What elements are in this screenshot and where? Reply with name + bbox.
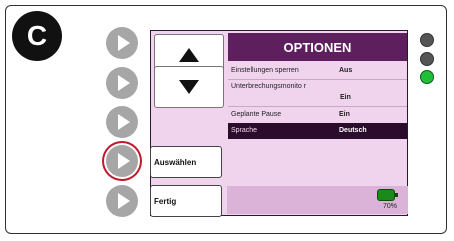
indicator-led-2 <box>420 52 434 66</box>
menu-item-value: Deutsch <box>339 127 367 134</box>
menu-item-language[interactable]: Sprache Deutsch <box>228 123 407 139</box>
select-button[interactable]: Auswählen <box>150 146 222 178</box>
indicator-led-1 <box>420 33 434 47</box>
arrow-up-icon <box>179 48 199 62</box>
battery-icon <box>378 190 398 200</box>
menu-item-label: Einstellungen sperren <box>231 67 299 74</box>
menu-item-label: Sprache <box>231 127 258 134</box>
menu-item-label: Unterbrechungsmonito r <box>231 83 307 90</box>
softkey-up-button[interactable] <box>106 27 138 59</box>
menu-item-scheduled-pause[interactable]: Geplante Pause Ein <box>228 107 407 123</box>
screen-title: OPTIONEN <box>228 33 407 61</box>
play-icon <box>118 35 130 51</box>
menu-item-settings-lock[interactable]: Einstellungen sperren Aus <box>228 63 407 79</box>
indicator-led-3 <box>420 70 434 84</box>
softkey-select-button[interactable] <box>106 145 138 177</box>
play-icon <box>118 114 130 130</box>
step-badge: C <box>12 11 62 61</box>
softkey-done-button[interactable] <box>106 185 138 217</box>
menu-item-value: Ein <box>340 94 351 101</box>
play-icon <box>118 193 130 209</box>
play-icon <box>118 75 130 91</box>
arrow-down-icon <box>179 80 199 94</box>
menu-item-label: Geplante Pause <box>231 111 282 118</box>
softkey-down-button[interactable] <box>106 67 138 99</box>
menu-item-value: Aus <box>339 67 353 74</box>
softkey-3-button[interactable] <box>106 106 138 138</box>
menu-item-value: Ein <box>339 111 350 118</box>
options-menu: Einstellungen sperren Aus Unterbrechungs… <box>228 63 407 139</box>
scroll-down-button[interactable] <box>154 66 224 108</box>
done-button[interactable]: Fertig <box>150 185 222 217</box>
play-icon <box>118 153 130 169</box>
status-bar: 70% <box>227 186 408 214</box>
menu-item-interruption-monitor[interactable]: Unterbrechungsmonito r Ein <box>228 80 407 106</box>
battery-percent: 70% <box>382 203 397 210</box>
